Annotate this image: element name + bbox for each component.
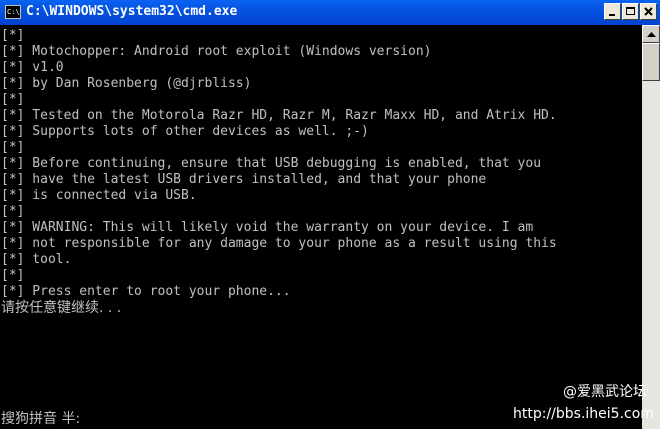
- cmd-icon[interactable]: C:\: [5, 5, 21, 19]
- console-output[interactable]: [*] [*] Motochopper: Android root exploi…: [0, 25, 642, 429]
- console-line: [*] v1.0: [1, 60, 64, 75]
- cmd-window: C:\ C:\WINDOWS\system32\cmd.exe [*] [*] …: [0, 0, 660, 429]
- maximize-icon[interactable]: [622, 3, 639, 20]
- console-line: [*] WARNING: This will likely void the w…: [1, 220, 534, 235]
- console-line: [*]: [1, 92, 25, 107]
- console-line: [*] not responsible for any damage to yo…: [1, 236, 557, 251]
- console-line: [*]: [1, 268, 25, 283]
- console-line: [*] Tested on the Motorola Razr HD, Razr…: [1, 108, 557, 123]
- console-line: [*] Motochopper: Android root exploit (W…: [1, 44, 432, 59]
- console-line: [*]: [1, 28, 25, 43]
- scroll-up-icon[interactable]: [642, 25, 660, 43]
- minimize-icon[interactable]: [604, 3, 621, 20]
- console-line: [*] Before continuing, ensure that USB d…: [1, 156, 542, 171]
- console-line: [*] Press enter to root your phone...: [1, 284, 291, 299]
- console-prompt-line: 请按任意键继续. . .: [1, 300, 122, 316]
- watermark-forum: @爱黑武论坛: [563, 384, 647, 400]
- close-icon[interactable]: [640, 3, 657, 20]
- scrollbar-thumb[interactable]: [642, 43, 660, 81]
- console-line: [*] Supports lots of other devices as we…: [1, 124, 369, 139]
- ime-status-bar[interactable]: 搜狗拼音 半:: [1, 411, 80, 427]
- window-title: C:\WINDOWS\system32\cmd.exe: [26, 4, 238, 19]
- console-line: [*]: [1, 204, 25, 219]
- console-line: [*]: [1, 140, 25, 155]
- console-line: [*] by Dan Rosenberg (@djrbliss): [1, 76, 252, 91]
- title-bar[interactable]: C:\ C:\WINDOWS\system32\cmd.exe: [0, 0, 660, 25]
- console-line: [*] have the latest USB drivers installe…: [1, 172, 487, 187]
- vertical-scrollbar[interactable]: [642, 25, 660, 429]
- watermark-url: http://bbs.ihei5.com: [513, 406, 654, 422]
- console-line: [*] is connected via USB.: [1, 188, 197, 203]
- console-line: [*] tool.: [1, 252, 72, 267]
